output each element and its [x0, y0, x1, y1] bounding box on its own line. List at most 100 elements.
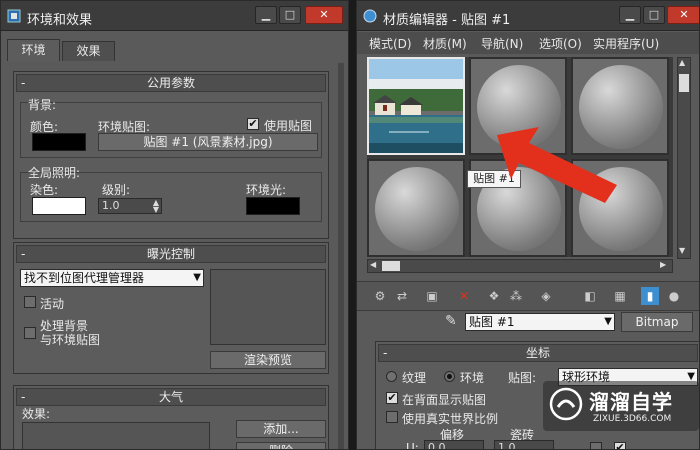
go-to-parent-icon[interactable]: ▮: [641, 287, 659, 305]
tab-effects[interactable]: 效果: [62, 41, 115, 61]
menu-navigation[interactable]: 导航(N): [481, 35, 523, 52]
tab-environment[interactable]: 环境: [7, 39, 60, 61]
render-preview-button[interactable]: 渲染预览: [210, 351, 326, 369]
effects-label: 效果:: [22, 407, 51, 421]
assign-material-icon[interactable]: ▣: [423, 287, 441, 305]
scroll-left-icon[interactable]: ◀: [370, 260, 376, 269]
unique-material-icon[interactable]: ⁂: [507, 287, 525, 305]
level-value: 1.0: [102, 199, 120, 212]
exposure-preview-area: [210, 269, 326, 345]
go-forward-icon[interactable]: ●: [665, 287, 683, 305]
show-map-icon[interactable]: ◧: [581, 287, 599, 305]
environ-label: 环境: [460, 371, 485, 385]
menu-material[interactable]: 材质(M): [423, 35, 467, 52]
u-offset-spinner[interactable]: 0.0: [424, 440, 484, 450]
collapse-icon: -: [21, 76, 26, 90]
pointer-arrow-icon: [497, 127, 617, 203]
tab-label: 环境: [21, 43, 46, 57]
exposure-header[interactable]: - 曝光控制: [16, 245, 326, 263]
process-environment-label: 与环境贴图: [40, 333, 101, 347]
global-lighting-label: 全局照明:: [28, 166, 81, 180]
active-label: 活动: [40, 297, 65, 311]
real-world-label: 使用真实世界比例: [402, 412, 499, 426]
u-offset-value: 0.0: [428, 441, 446, 450]
slots-horizontal-scrollbar[interactable]: ◀ ▶: [367, 259, 673, 273]
show-back-checkbox[interactable]: ✔: [386, 392, 398, 404]
spinner-arrows-icon[interactable]: ▲ ▼: [153, 199, 159, 214]
rollout-title: 大气: [158, 390, 183, 404]
close-button[interactable]: ✕: [667, 6, 699, 24]
right-titlebar[interactable]: 材质编辑器 - 贴图 #1 ▁ □ ✕: [357, 1, 699, 31]
collapse-icon: -: [383, 346, 388, 360]
scroll-up-icon[interactable]: ▲: [679, 58, 685, 67]
scroll-thumb[interactable]: [382, 261, 400, 271]
u-label: U:: [406, 441, 419, 450]
ambient-label: 环境光:: [246, 183, 287, 197]
effects-list[interactable]: [22, 422, 210, 449]
rollout-title: 坐标: [525, 346, 550, 360]
level-spinner[interactable]: 1.0 ▲ ▼: [98, 198, 162, 214]
u-tiling-spinner[interactable]: 1.0: [494, 440, 554, 450]
scroll-thumb[interactable]: [679, 74, 689, 92]
close-button[interactable]: ✕: [305, 6, 343, 24]
use-map-checkbox[interactable]: ✔: [247, 118, 259, 130]
maximize-button[interactable]: □: [279, 6, 301, 24]
menu-mode[interactable]: 模式(D): [369, 35, 412, 52]
texture-radio[interactable]: [386, 371, 397, 382]
tint-color-swatch[interactable]: [32, 197, 86, 215]
put-to-scene-icon[interactable]: ⇄: [393, 287, 411, 305]
sample-slot-4[interactable]: [367, 159, 465, 257]
texture-label: 纹理: [402, 371, 427, 385]
mapping-label: 贴图:: [508, 371, 537, 385]
chevron-down-icon: ▼: [193, 272, 201, 283]
add-effect-button[interactable]: 添加...: [236, 420, 326, 438]
watermark-brand: 溜溜自学: [589, 390, 673, 414]
menu-options[interactable]: 选项(O): [539, 35, 582, 52]
slots-vertical-scrollbar[interactable]: ▲ ▼: [677, 57, 691, 259]
scroll-right-icon[interactable]: ▶: [660, 260, 666, 269]
u-mirror-checkbox[interactable]: [590, 442, 602, 449]
minimize-button[interactable]: ▁: [619, 6, 641, 24]
background-color-swatch[interactable]: [32, 133, 86, 151]
map-type-button[interactable]: Bitmap: [621, 312, 693, 332]
tab-label: 效果: [76, 44, 101, 58]
show-back-label: 在背面显示贴图: [402, 393, 487, 407]
left-titlebar[interactable]: 环境和效果 ▁ □ ✕: [1, 1, 348, 31]
collapse-icon: -: [21, 390, 26, 404]
active-checkbox[interactable]: [24, 296, 36, 308]
map-name-field[interactable]: 贴图 #1 ▼: [465, 313, 615, 331]
delete-effect-button[interactable]: 删除: [236, 442, 326, 449]
watermark-url: ZIXUE.3D66.COM: [593, 414, 672, 424]
sample-slot-1[interactable]: [367, 57, 465, 155]
environ-radio[interactable]: [444, 371, 455, 382]
u-tile-checkbox[interactable]: ✔: [614, 442, 626, 449]
minimize-button[interactable]: ▁: [255, 6, 277, 24]
exposure-type-dropdown[interactable]: 找不到位图代理管理器 ▼: [20, 269, 204, 287]
panel-scrollbar[interactable]: [338, 63, 344, 449]
ambient-color-swatch[interactable]: [246, 197, 300, 215]
env-map-button[interactable]: 贴图 #1 (风景素材.jpg): [98, 133, 318, 151]
map-name-value: 贴图 #1: [469, 315, 515, 329]
coordinates-header[interactable]: - 坐标: [378, 344, 698, 362]
maximize-button[interactable]: □: [643, 6, 665, 24]
delete-icon[interactable]: ✕: [455, 287, 473, 305]
process-background-checkbox[interactable]: [24, 327, 36, 339]
u-tiling-value: 1.0: [498, 441, 516, 450]
eyedropper-icon[interactable]: ✎: [445, 313, 457, 329]
show-end-result-icon[interactable]: ▦: [611, 287, 629, 305]
tint-label: 染色:: [30, 183, 59, 197]
watermark-logo-icon: [549, 387, 583, 421]
atmosphere-rollout: - 大气 效果: 添加... 删除: [13, 385, 329, 449]
window-title: 环境和效果: [27, 13, 93, 28]
common-params-header[interactable]: - 公用参数: [16, 74, 326, 92]
get-material-icon[interactable]: ⚙: [371, 287, 389, 305]
window-title: 材质编辑器 - 贴图 #1: [383, 13, 511, 28]
menu-utilities[interactable]: 实用程序(U): [593, 35, 659, 52]
copy-material-icon[interactable]: ❖: [485, 287, 503, 305]
real-world-checkbox[interactable]: [386, 411, 398, 423]
common-params-rollout: - 公用参数 背景: 颜色: 环境贴图: ✔ 使用贴图 贴图 #1 (风景素材.…: [13, 71, 329, 239]
scroll-down-icon[interactable]: ▼: [679, 246, 685, 255]
atmosphere-header[interactable]: - 大气: [16, 388, 326, 406]
menu-bar: 模式(D) 材质(M) 导航(N) 选项(O) 实用程序(U): [357, 32, 699, 54]
material-id-icon[interactable]: ◈: [537, 287, 555, 305]
